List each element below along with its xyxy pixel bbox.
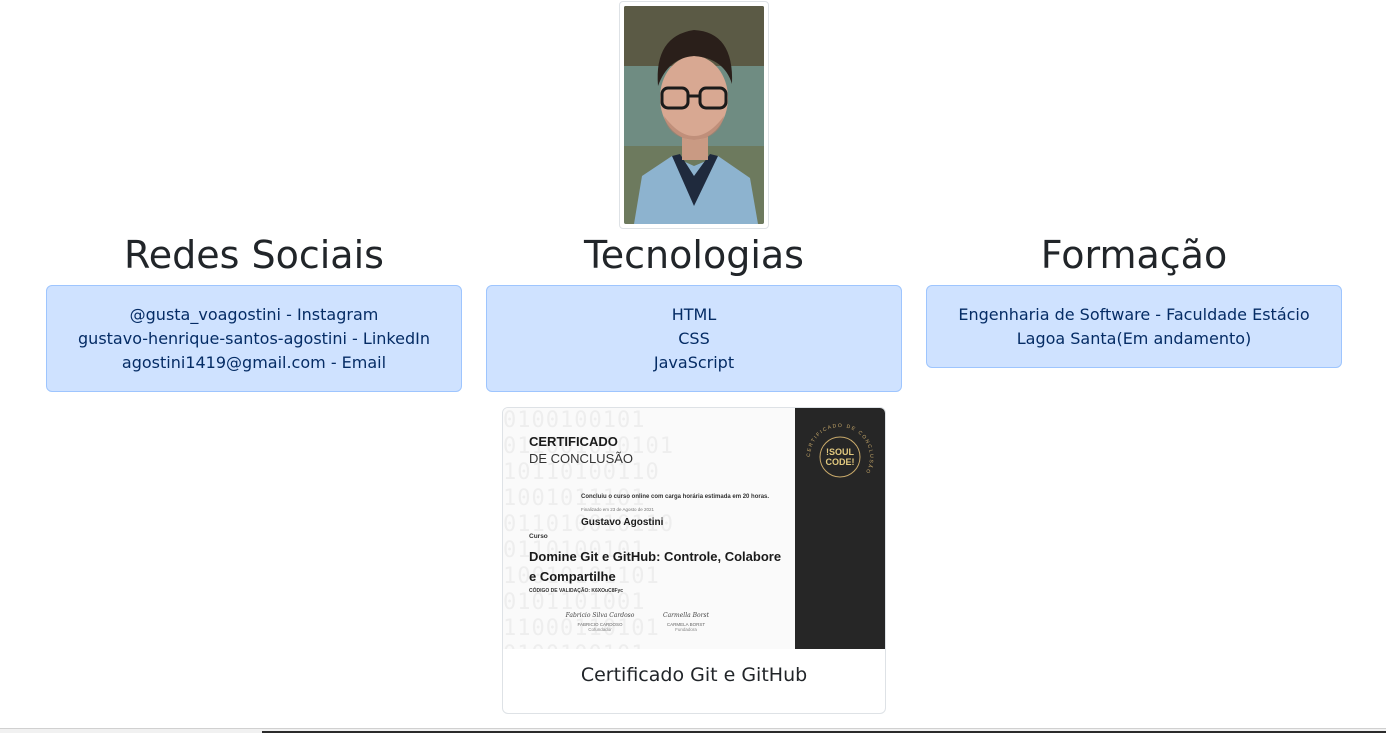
- certificate-side-panel: CERTIFICADO DE CONCLUSÃO !SOUL CODE!: [795, 408, 885, 649]
- certificate-subheading: DE CONCLUSÃO: [529, 451, 634, 466]
- seal-text-line2: CODE!: [826, 457, 855, 467]
- profile-photo-frame: [619, 1, 769, 229]
- signature-1-role: Cofundador: [588, 627, 612, 632]
- certificate-date: Finalizado em 23 de Agosto de 2021: [581, 507, 655, 512]
- certificate-student: Gustavo Agostini: [581, 517, 664, 528]
- certificate-course-label: Curso: [529, 533, 548, 540]
- signature-2: Carmella Borst CARMELA BORST Fundadora: [651, 612, 721, 632]
- section-title-formacao: Formação: [1040, 233, 1228, 277]
- tech-javascript: JavaScript: [653, 353, 735, 372]
- instagram-line: @gusta_voagostini - Instagram: [129, 305, 379, 324]
- formacao-line: Engenharia de Software - Faculdade Estác…: [958, 305, 1310, 348]
- soulcode-seal-logo: CERTIFICADO DE CONCLUSÃO !SOUL CODE!: [806, 423, 873, 478]
- certificate-body: 0100100101 011001010101 10110100110 1001…: [503, 408, 795, 649]
- certificate-validation-code: CÓDIGO DE VALIDAÇÃO: K6XOuC8Fyc: [529, 588, 624, 594]
- certificate-completion-text: Concluiu o curso online com carga horári…: [581, 494, 770, 500]
- certificate-caption: Certificado Git e GitHub: [580, 664, 808, 686]
- section-title-tecnologias: Tecnologias: [584, 233, 804, 277]
- certificate-heading: CERTIFICADO: [529, 434, 618, 449]
- certificate-course-name: Domine Git e GitHub: Controle, Colabore …: [529, 549, 782, 584]
- certificate-card: 0100100101 011001010101 10110100110 1001…: [502, 407, 886, 714]
- horizontal-scrollbar[interactable]: [0, 728, 1386, 733]
- redes-sociais-box: @gusta_voagostini - Instagram gustavo-he…: [46, 285, 462, 392]
- signature-2-role: Fundadora: [675, 627, 697, 632]
- signature-1-handwriting: Fabricio Silva Cardoso: [565, 612, 635, 619]
- section-title-redes-sociais: Redes Sociais: [124, 233, 384, 277]
- tech-css: CSS: [678, 329, 710, 348]
- formacao-box: Engenharia de Software - Faculdade Estác…: [926, 285, 1342, 368]
- certificate-image: 0100100101 011001010101 10110100110 1001…: [503, 408, 885, 649]
- tech-html: HTML: [671, 305, 717, 324]
- profile-photo: [624, 6, 764, 224]
- signature-1: Fabricio Silva Cardoso FABRICIO CARDOSO …: [565, 612, 635, 632]
- email-line: agostini1419@gmail.com - Email: [121, 353, 387, 372]
- seal-text-line1: !SOUL: [826, 447, 855, 457]
- tecnologias-box: HTML CSS JavaScript: [486, 285, 902, 392]
- linkedin-line: gustavo-henrique-santos-agostini - Linke…: [78, 329, 430, 348]
- signature-2-handwriting: Carmella Borst: [663, 612, 709, 619]
